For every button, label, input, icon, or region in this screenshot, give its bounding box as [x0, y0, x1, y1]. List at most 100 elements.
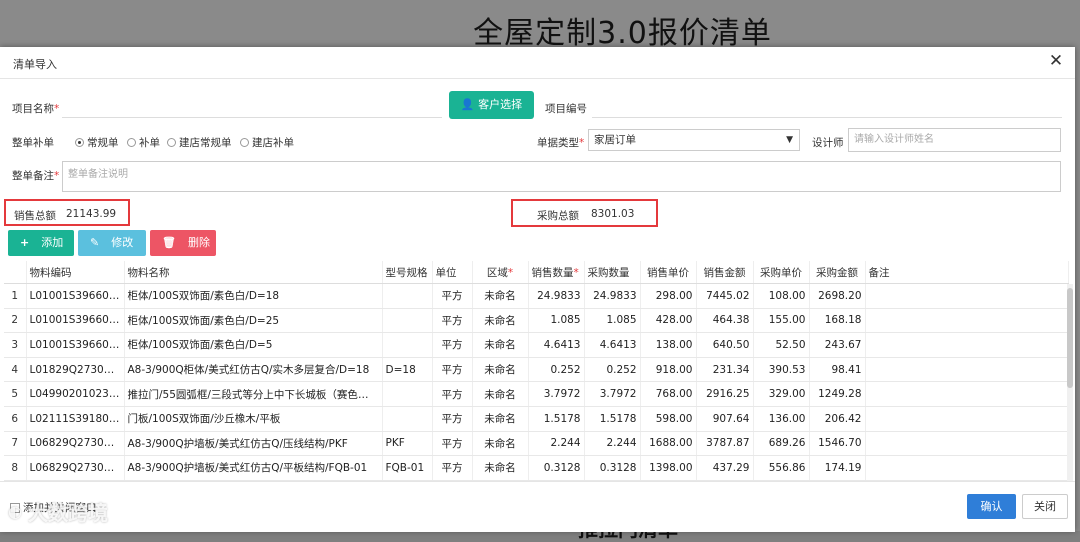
table-cell: 未命名	[472, 381, 529, 407]
close-icon[interactable]: ✕	[1047, 52, 1065, 70]
table-cell	[382, 381, 433, 407]
purchase-total-value: 8301.03	[591, 208, 635, 220]
table-row[interactable]: 3 L01001S39660101 柜体/100S双饰面/素色白/D=5 平方 未命名 4…	[4, 332, 1069, 358]
table-cell: 4.6413	[584, 332, 641, 358]
column-header-sales-qty[interactable]: 销售数量*	[528, 261, 585, 284]
table-cell: 155.00	[753, 308, 810, 334]
table-cell: L01001S39660101	[26, 332, 125, 358]
column-header[interactable]: 采购金额	[809, 261, 866, 284]
column-header[interactable]: 采购单价	[753, 261, 810, 284]
scrollbar-thumb[interactable]	[1067, 288, 1073, 388]
delete-button[interactable]: 🗑 删除	[150, 230, 216, 256]
table-cell: FQB-01	[382, 455, 433, 481]
table-cell: 768.00	[640, 381, 697, 407]
table-cell	[865, 308, 1069, 334]
trash-icon: 🗑	[162, 236, 176, 249]
table-cell: 437.29	[696, 455, 754, 481]
table-row[interactable]: 7 L06829Q27300203 A8-3/900Q护墙板/美式红仿古Q/压线结构…	[4, 431, 1069, 457]
table-cell	[865, 406, 1069, 432]
edit-button[interactable]: ✎ 修改	[78, 230, 146, 256]
table-row[interactable]: 6 L02111S39180101 门板/100S双饰面/沙丘橡木/平板 平方 未命名 1…	[4, 406, 1069, 432]
table-cell: 3787.87	[696, 431, 754, 457]
table-cell: 平方	[432, 332, 473, 358]
radio-unchecked-icon	[167, 138, 176, 147]
table-cell	[382, 332, 433, 358]
table-cell: 3.7972	[584, 381, 641, 407]
table-cell: 2698.20	[809, 283, 866, 309]
doc-type-select[interactable]: 家居订单 ▼	[588, 129, 800, 151]
table-cell: L01001S39660103	[26, 283, 125, 309]
table-row[interactable]: 2 L01001S39660104 柜体/100S双饰面/素色白/D=25 平方 未命名…	[4, 308, 1069, 334]
table-cell: 2916.25	[696, 381, 754, 407]
table-cell: A8-3/900Q护墙板/美式红仿古Q/压线结构/PKF	[124, 431, 383, 457]
table-cell: 平方	[432, 431, 473, 457]
radio-checked-icon	[75, 138, 84, 147]
table-row[interactable]: 5 L04990201023900 推拉门/55圆弧框/三段式等分上中下长城板（赛色…	[4, 381, 1069, 407]
watermark: ◐ 大数跨境	[8, 501, 108, 525]
table-cell: 231.34	[696, 357, 754, 383]
project-no-label: 项目编号	[545, 103, 587, 115]
table-row[interactable]: 4 L01829Q27301803 A8-3/900Q柜体/美式红仿古Q/实木多层复…	[4, 357, 1069, 383]
sales-total-label: 销售总额	[14, 210, 56, 222]
table-cell: 未命名	[472, 332, 529, 358]
row-number: 6	[4, 406, 27, 432]
table-cell	[382, 308, 433, 334]
table-cell: 136.00	[753, 406, 810, 432]
dialog-title: 清单导入	[13, 58, 57, 71]
table-cell: 柜体/100S双饰面/素色白/D=25	[124, 308, 383, 334]
radio-store-supplement[interactable]: 建店补单	[240, 135, 294, 150]
table-cell: 未命名	[472, 406, 529, 432]
table-cell: 907.64	[696, 406, 754, 432]
table-scrollbar[interactable]	[1067, 284, 1073, 481]
purchase-total-label: 采购总额	[537, 210, 579, 222]
column-header[interactable]: 销售金额	[696, 261, 754, 284]
table-cell: 174.19	[809, 455, 866, 481]
row-number: 5	[4, 381, 27, 407]
close-button[interactable]: 关闭	[1022, 494, 1068, 519]
table-cell: 平方	[432, 357, 473, 383]
column-header[interactable]: 备注	[865, 261, 1069, 284]
table-cell: 3.7972	[528, 381, 585, 407]
column-header[interactable]: 型号规格	[382, 261, 433, 284]
column-header[interactable]: 物料名称	[124, 261, 383, 284]
table-header-row: 物料编码 物料名称 型号规格 单位 区域* 销售数量* 采购数量 销售单价 销售…	[4, 261, 1069, 284]
designer-input[interactable]: 请输入设计师姓名	[848, 128, 1061, 152]
table-cell: 1249.28	[809, 381, 866, 407]
project-no-input[interactable]	[592, 97, 1062, 118]
table-cell: 390.53	[753, 357, 810, 383]
column-header[interactable]: 单位	[432, 261, 473, 284]
table-cell: 0.252	[528, 357, 585, 383]
column-header[interactable]: 销售单价	[640, 261, 697, 284]
table-cell: 1.085	[584, 308, 641, 334]
table-cell: 1.5178	[584, 406, 641, 432]
column-header[interactable]: 采购数量	[584, 261, 641, 284]
table-cell	[382, 283, 433, 309]
table-row[interactable]: 8 L06829Q27300101 A8-3/900Q护墙板/美式红仿古Q/平板结构…	[4, 455, 1069, 481]
column-header-region[interactable]: 区域*	[472, 261, 529, 284]
table-cell: L04990201023900	[26, 381, 125, 407]
radio-supplement[interactable]: 补单	[127, 135, 160, 150]
table-cell: 7445.02	[696, 283, 754, 309]
dialog-header: 清单导入 ✕	[0, 47, 1075, 79]
table-row[interactable]: 1 L01001S39660103 柜体/100S双饰面/素色白/D=18 平方 未命名…	[4, 283, 1069, 309]
add-button[interactable]: + 添加	[8, 230, 74, 256]
table-cell: A8-3/900Q柜体/美式红仿古Q/实木多层复合/D=18	[124, 357, 383, 383]
row-number: 2	[4, 308, 27, 334]
table-cell: L06829Q27300101	[26, 455, 125, 481]
column-header[interactable]: 物料编码	[26, 261, 125, 284]
customer-select-button[interactable]: 👤 客户选择	[449, 91, 534, 119]
radio-unchecked-icon	[127, 138, 136, 147]
table-cell: 柜体/100S双饰面/素色白/D=18	[124, 283, 383, 309]
remark-textarea[interactable]: 整单备注说明	[62, 161, 1061, 192]
table-cell: 0.252	[584, 357, 641, 383]
table-cell: 689.26	[753, 431, 810, 457]
row-number: 7	[4, 431, 27, 457]
radio-store-regular[interactable]: 建店常规单	[167, 135, 232, 150]
table-cell: 98.41	[809, 357, 866, 383]
table-cell: 0.3128	[584, 455, 641, 481]
table-cell: A8-3/900Q护墙板/美式红仿古Q/平板结构/FQB-01	[124, 455, 383, 481]
table-cell: PKF	[382, 431, 433, 457]
confirm-button[interactable]: 确认	[967, 494, 1016, 519]
project-name-input[interactable]	[62, 97, 442, 118]
radio-regular[interactable]: 常规单	[75, 135, 119, 150]
